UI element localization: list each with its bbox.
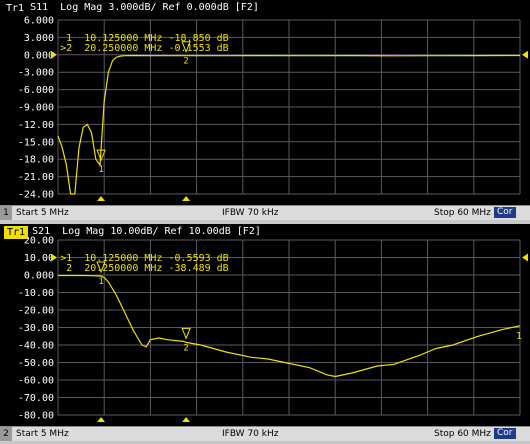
y-tick-label: -15.00 bbox=[18, 137, 54, 148]
channel1-trace-format: S11 Log Mag 3.000dB/ Ref 0.000dB [F2] bbox=[30, 2, 259, 13]
channel1-panel[interactable]: 6.000 3.000 0.000 -3.000 -6.000 -9.000 -12.00-… bbox=[0, 0, 530, 205]
channel1-ifbw[interactable]: IFBW 70 kHz bbox=[222, 208, 278, 218]
channel1-stop-freq[interactable]: Stop 60 MHz bbox=[434, 208, 491, 218]
y-tick-label: -20.00 bbox=[18, 306, 54, 317]
channel1-header: Tr1 S11 Log Mag 3.000dB/ Ref 0.000dB [F2… bbox=[4, 2, 259, 14]
marker-value: -38.489 dB bbox=[168, 263, 229, 274]
marker-label: 2 bbox=[183, 343, 188, 353]
channel2-start-freq[interactable]: Start 5 MHz bbox=[16, 429, 69, 439]
channel2-header: Tr1 S21 Log Mag 10.00dB/ Ref 10.00dB [F2… bbox=[4, 225, 261, 239]
channel2-status-bar: 2 Start 5 MHz IFBW 70 kHz Stop 60 MHz Co… bbox=[0, 426, 530, 441]
channel2-number[interactable]: 2 bbox=[0, 427, 12, 441]
channel2-panel[interactable]: 20.00 10.00 0.000 -10.00 -20.00 -30.00 -40.00-… bbox=[0, 224, 530, 426]
y-tick-label: -12.00 bbox=[18, 120, 54, 131]
y-tick-label: -18.00 bbox=[18, 155, 54, 166]
channel1-status-bar: 1 Start 5 MHz IFBW 70 kHz Stop 60 MHz Co… bbox=[0, 205, 530, 220]
marker-freq: 20.250000 MHz bbox=[84, 43, 163, 54]
channel2-trace-format: S21 Log Mag 10.00dB/ Ref 10.00dB [F2] bbox=[32, 226, 261, 237]
channel2-correction-badge[interactable]: Cor bbox=[494, 428, 516, 439]
marker-label: 1 bbox=[98, 165, 103, 175]
marker-prefix: >2 bbox=[60, 43, 73, 54]
y-tick-label: -50.00 bbox=[18, 358, 54, 369]
y-tick-label: -3.000 bbox=[18, 68, 54, 79]
marker-value: -0.1553 dB bbox=[168, 43, 229, 54]
y-tick-label: -80.00 bbox=[18, 411, 54, 422]
marker-bottom-indicator bbox=[97, 417, 106, 422]
marker-bottom-indicator bbox=[97, 196, 106, 201]
channel1-start-freq[interactable]: Start 5 MHz bbox=[16, 208, 69, 218]
reference-level-right-arrow bbox=[522, 253, 528, 262]
marker-symbol bbox=[181, 327, 191, 340]
y-tick-label: -40.00 bbox=[18, 341, 54, 352]
channel1-marker-readout-2: >2 20.250000 MHz -0.1553 dB bbox=[36, 34, 229, 64]
marker-bottom-indicator bbox=[182, 196, 191, 201]
channel2-stop-freq[interactable]: Stop 60 MHz bbox=[434, 429, 491, 439]
channel1-number[interactable]: 1 bbox=[0, 206, 12, 220]
y-tick-label: -30.00 bbox=[18, 323, 54, 334]
y-tick-label: -10.00 bbox=[18, 288, 54, 299]
marker-prefix: 2 bbox=[60, 263, 73, 274]
channel2-trace-id[interactable]: Tr1 bbox=[4, 225, 29, 239]
reference-level-right-arrow bbox=[522, 50, 528, 59]
channel2-right-marker-label: 1 bbox=[516, 331, 523, 342]
channel2-ifbw[interactable]: IFBW 70 kHz bbox=[222, 429, 278, 439]
marker-freq: 20.250000 MHz bbox=[84, 263, 163, 274]
channel1-trace-id[interactable]: Tr1 bbox=[4, 3, 26, 14]
y-tick-label: -21.00 bbox=[18, 172, 54, 183]
marker-bottom-indicator bbox=[182, 417, 191, 422]
y-tick-label: -6.000 bbox=[18, 85, 54, 96]
channel2-marker-readout-2: 2 20.250000 MHz -38.489 dB bbox=[36, 254, 229, 284]
y-tick-label: -70.00 bbox=[18, 393, 54, 404]
y-tick-label: -60.00 bbox=[18, 376, 54, 387]
channel1-correction-badge[interactable]: Cor bbox=[494, 207, 516, 218]
y-tick-label: -9.000 bbox=[18, 103, 54, 114]
y-tick-label: -24.00 bbox=[18, 190, 54, 201]
